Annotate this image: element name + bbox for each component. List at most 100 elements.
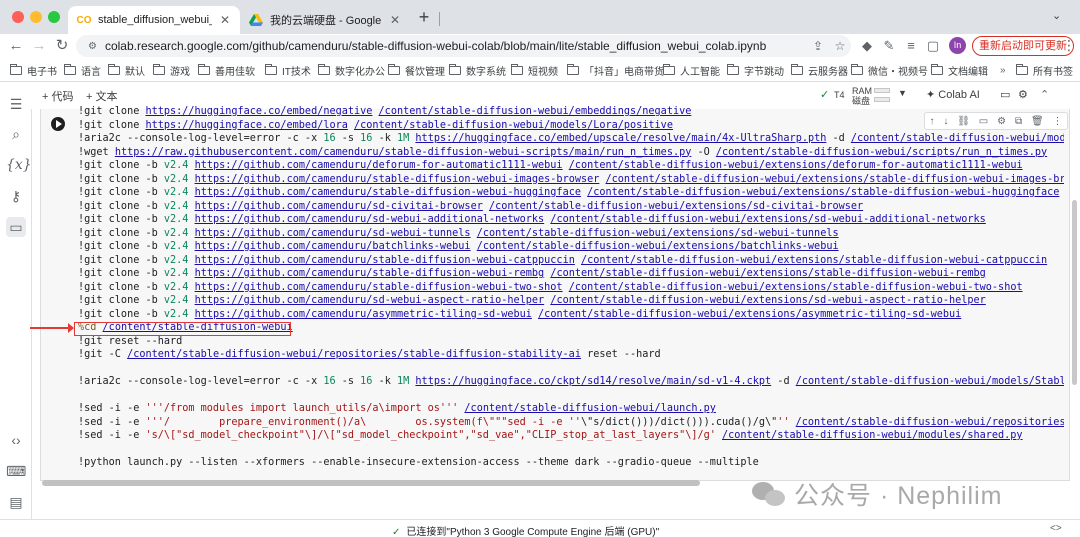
bookmark-folder[interactable]: 云服务器: [791, 61, 848, 79]
share-icon[interactable]: ⇪: [807, 39, 829, 53]
tab-close-icon[interactable]: ✕: [388, 13, 402, 27]
bookmark-label: 「抖音」电商带货: [584, 66, 664, 78]
bookmark-label: 语言: [81, 66, 101, 78]
runtime-type[interactable]: T4: [834, 90, 845, 100]
bookmark-label: 餐饮管理: [405, 66, 445, 78]
folder-icon: [449, 63, 461, 75]
bookmark-folder[interactable]: 电子书: [10, 61, 57, 79]
all-bookmarks[interactable]: 所有书签: [1016, 61, 1073, 79]
tab-colab[interactable]: CO stable_diffusion_webui_colab ✕: [68, 6, 240, 34]
wechat-icon: [752, 480, 786, 508]
folder-icon: [851, 63, 863, 75]
bookmark-folder[interactable]: 餐饮管理: [388, 61, 445, 79]
connection-status: ✓ 已连接到"Python 3 Google Compute Engine 后端 …: [392, 523, 659, 537]
bookmark-label: 善用佳软: [215, 66, 255, 78]
code-line: !git clone https://huggingface.co/embed/…: [78, 106, 692, 117]
folder-icon: [931, 63, 943, 75]
secrets-key-icon[interactable]: ⚷: [6, 186, 26, 206]
folder-icon: [511, 63, 523, 75]
folder-icon: [791, 63, 803, 75]
collapse-icon[interactable]: ⌃: [1040, 88, 1049, 101]
colab-ai-button[interactable]: ✦ Colab AI: [926, 88, 980, 101]
horizontal-scrollbar[interactable]: [42, 480, 700, 486]
status-bar: ✓ 已连接到"Python 3 Google Compute Engine 后端 …: [0, 519, 1080, 537]
bookmark-folder[interactable]: 游戏: [153, 61, 190, 79]
settings-gear-icon[interactable]: ⚙: [1018, 88, 1028, 101]
site-info-icon[interactable]: ⚙: [88, 41, 97, 52]
ram-bar: [874, 88, 890, 93]
comment-icon[interactable]: ▭: [1000, 88, 1010, 101]
code-icon[interactable]: <>: [1050, 523, 1062, 534]
bookmark-folder[interactable]: 微信・视频号: [851, 61, 928, 79]
folder-icon: [663, 63, 675, 75]
status-text: 已连接到"Python 3 Google Compute Engine 后端 (…: [406, 527, 660, 537]
minimize-window-icon[interactable]: [30, 11, 42, 23]
code-snippets-icon[interactable]: ‹›: [6, 430, 26, 450]
forward-icon[interactable]: →: [29, 36, 49, 56]
check-icon: ✓: [392, 527, 401, 537]
command-palette-icon[interactable]: ⌨: [6, 461, 26, 481]
watermark-text: 公众号 · Nephilim: [794, 482, 1003, 510]
code-line: !sed -i -e '''/from modules import launc…: [78, 403, 716, 414]
bookmark-label: 数字系统: [466, 66, 506, 78]
terminal-icon[interactable]: ▤: [6, 492, 26, 512]
chevron-down-icon[interactable]: ⌄: [1052, 9, 1061, 22]
media-icon[interactable]: ≡: [902, 37, 920, 55]
bookmark-folder[interactable]: 字节跳动: [727, 61, 784, 79]
tab-drive[interactable]: 我的云端硬盘 - Google 云端硬盘 ✕: [240, 6, 410, 34]
folder-icon: [727, 63, 739, 75]
maximize-window-icon[interactable]: [48, 11, 60, 23]
more-menu-icon[interactable]: ⋮: [1062, 37, 1076, 54]
bookmark-label: 默认: [125, 66, 145, 78]
vertical-scrollbar[interactable]: [1072, 200, 1077, 385]
bookmark-folder[interactable]: 人工智能: [663, 61, 720, 79]
add-text-button[interactable]: + 文本: [86, 88, 117, 104]
bookmark-folder[interactable]: 文档编辑: [931, 61, 988, 79]
bookmark-folder[interactable]: 默认: [108, 61, 145, 79]
search-icon[interactable]: ⌕: [6, 124, 26, 144]
bookmark-folder[interactable]: 「抖音」电商带货: [567, 61, 664, 79]
folder-icon: [265, 63, 277, 75]
toc-icon[interactable]: ☰: [6, 94, 26, 114]
folder-icon: [388, 63, 400, 75]
avatar[interactable]: In: [949, 37, 966, 54]
reload-icon[interactable]: ↻: [52, 36, 72, 56]
run-cell-button[interactable]: [51, 117, 65, 131]
bookmarks-overflow-icon[interactable]: »: [1000, 61, 1006, 79]
tab-divider: [439, 12, 440, 26]
side-panel-icon[interactable]: ▢: [924, 37, 942, 55]
colab-ai-label: Colab AI: [938, 89, 980, 101]
folder-icon: [10, 63, 22, 75]
bookmark-folder[interactable]: 善用佳软: [198, 61, 255, 79]
address-bar[interactable]: ⚙ colab.research.google.com/github/camen…: [76, 35, 851, 57]
folder-icon: [1016, 63, 1028, 75]
add-code-button[interactable]: + 代码: [42, 88, 73, 104]
bookmark-label: 游戏: [170, 66, 190, 78]
close-window-icon[interactable]: [12, 11, 24, 23]
tab-close-icon[interactable]: ✕: [218, 13, 232, 27]
browser-window: CO stable_diffusion_webui_colab ✕ 我的云端硬盘…: [0, 0, 1080, 537]
code-editor[interactable]: !git clone https://huggingface.co/embed/…: [78, 105, 1064, 475]
files-folder-icon[interactable]: ▭: [6, 217, 26, 237]
bookmark-folder[interactable]: 短视频: [511, 61, 558, 79]
bookmark-folder[interactable]: 数字系统: [449, 61, 506, 79]
folder-icon: [318, 63, 330, 75]
bookmark-folder[interactable]: 语言: [64, 61, 101, 79]
bookmark-label: 短视频: [528, 66, 558, 78]
resource-dropdown-icon[interactable]: ▼: [898, 88, 907, 98]
bookmark-label: 所有书签: [1033, 66, 1073, 78]
new-tab-icon[interactable]: +: [414, 8, 434, 28]
variables-icon[interactable]: {x}: [6, 155, 32, 175]
pin-icon[interactable]: ✎: [880, 37, 898, 55]
bookmark-folder[interactable]: 数字化办公: [318, 61, 385, 79]
highlight-box: [74, 322, 291, 336]
folder-icon: [567, 63, 579, 75]
code-line: !git -C /content/stable-diffusion-webui/…: [78, 349, 661, 360]
restart-update-button[interactable]: 重新启动即可更新: [972, 36, 1074, 56]
bookmark-star-icon[interactable]: ☆: [829, 39, 851, 53]
extension-icon[interactable]: ◆: [858, 37, 876, 55]
bookmark-folder[interactable]: IT技术: [265, 61, 311, 79]
back-icon[interactable]: ←: [6, 36, 26, 56]
folder-icon: [64, 63, 76, 75]
